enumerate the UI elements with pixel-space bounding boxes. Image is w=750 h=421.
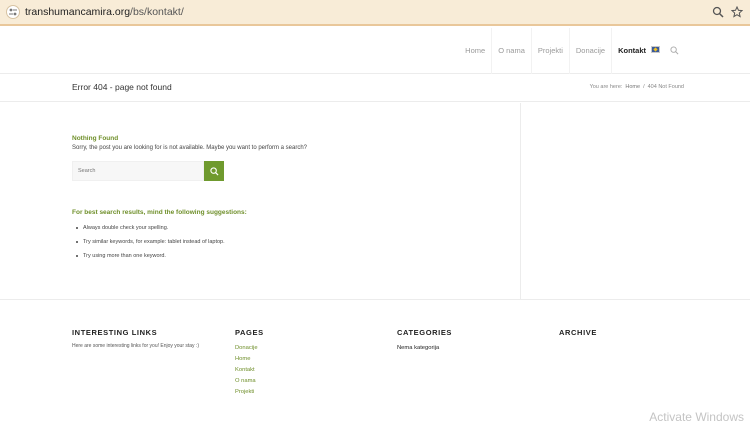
browser-address-bar: transhumancamira.org/bs/kontakt/ xyxy=(0,0,750,26)
breadcrumb-prefix: You are here: xyxy=(589,84,623,90)
breadcrumb-home-link[interactable]: Home xyxy=(625,84,640,90)
footer-interesting-text: Here are some interesting links for you!… xyxy=(72,343,199,349)
footer-pages: PAGES Donacije Home Kontakt O nama Proje… xyxy=(235,328,264,398)
footer-heading-archive: ARCHIVE xyxy=(559,328,597,337)
footer-archive: ARCHIVE xyxy=(559,328,597,343)
search-submit-button[interactable] xyxy=(204,161,224,181)
footer-heading-pages: PAGES xyxy=(235,328,264,337)
footer: INTERESTING LINKS Here are some interest… xyxy=(0,299,750,421)
search-input[interactable] xyxy=(72,161,204,181)
zoom-icon[interactable] xyxy=(710,4,726,20)
url-field[interactable]: transhumancamira.org/bs/kontakt/ xyxy=(25,6,184,18)
footer-heading-interesting: INTERESTING LINKS xyxy=(72,328,158,337)
footer-categories: CATEGORIES Nema kategorija xyxy=(397,328,452,354)
list-item: Try similar keywords, for example: table… xyxy=(76,239,225,245)
nav-item-projekti[interactable]: Projekti xyxy=(530,28,569,74)
nothing-found-heading: Nothing Found xyxy=(72,135,119,142)
language-flag-icon[interactable] xyxy=(651,46,660,53)
search-icon[interactable] xyxy=(668,44,680,56)
nav-item-kontakt[interactable]: Kontakt xyxy=(611,28,652,74)
tips-heading: For best search results, mind the follow… xyxy=(72,209,247,216)
sidebar-divider xyxy=(520,103,521,299)
main-nav: Home O nama Projekti Donacije Kontakt xyxy=(459,28,652,74)
footer-link-home[interactable]: Home xyxy=(235,354,264,365)
footer-interesting-links: INTERESTING LINKS Here are some interest… xyxy=(72,328,212,350)
main-content: Nothing Found Sorry, the post you are lo… xyxy=(0,103,750,299)
site-header: Home O nama Projekti Donacije Kontakt xyxy=(0,28,750,74)
footer-link-o-nama[interactable]: O nama xyxy=(235,376,264,387)
footer-link-kontakt[interactable]: Kontakt xyxy=(235,365,264,376)
activate-windows-watermark: Activate Windows xyxy=(649,410,744,421)
url-path: /bs/kontakt/ xyxy=(130,6,184,18)
sorry-text: Sorry, the post you are looking for is n… xyxy=(72,145,308,151)
search-form xyxy=(72,161,224,181)
site-info-icon[interactable] xyxy=(6,5,20,19)
list-item: Always double check your spelling. xyxy=(76,225,225,231)
footer-category-item: Nema kategorija xyxy=(397,345,440,351)
url-domain: transhumancamira.org xyxy=(25,6,131,18)
breadcrumb-current: 404 Not Found xyxy=(647,84,684,90)
nav-item-home[interactable]: Home xyxy=(459,28,491,74)
footer-heading-categories: CATEGORIES xyxy=(397,328,453,337)
breadcrumb-separator: / xyxy=(643,84,645,90)
breadcrumb: You are here: Home / 404 Not Found xyxy=(590,84,684,90)
star-icon[interactable] xyxy=(729,4,745,20)
page-title: Error 404 - page not found xyxy=(72,82,172,92)
list-item: Try using more than one keyword. xyxy=(76,253,225,259)
footer-link-donacije[interactable]: Donacije xyxy=(235,343,264,354)
tips-list: Always double check your spelling. Try s… xyxy=(76,225,225,267)
nav-item-o-nama[interactable]: O nama xyxy=(491,28,531,74)
footer-link-projekti[interactable]: Projekti xyxy=(235,387,264,398)
nav-item-donacije[interactable]: Donacije xyxy=(568,28,611,74)
title-bar: Error 404 - page not found You are here:… xyxy=(0,74,750,102)
